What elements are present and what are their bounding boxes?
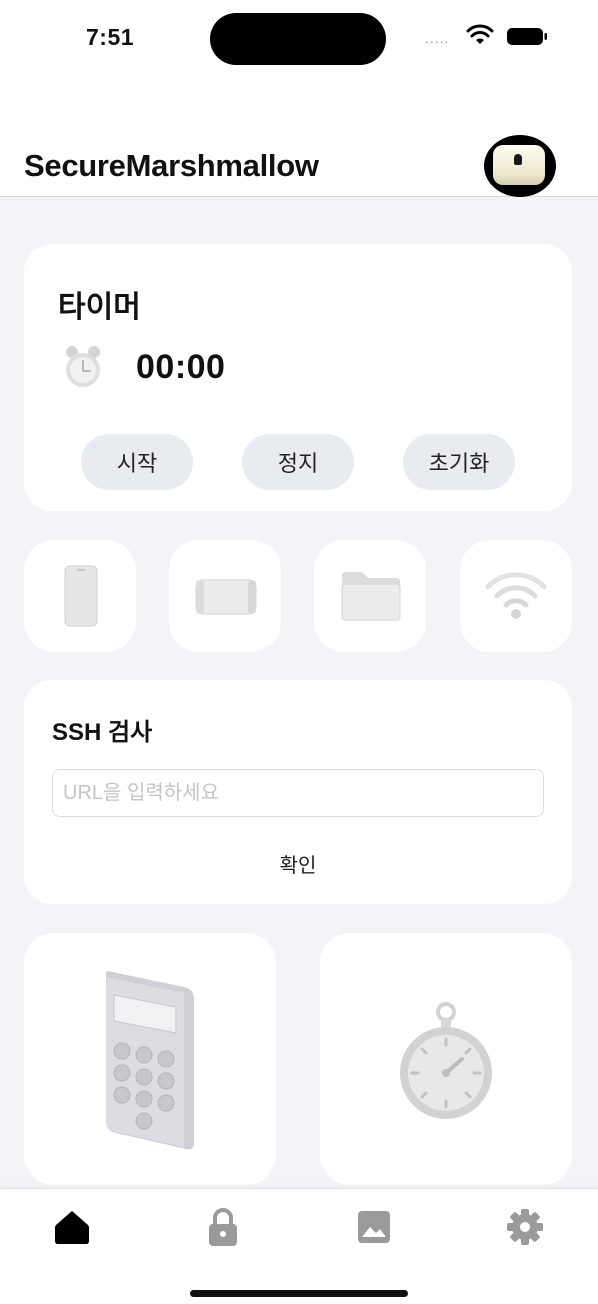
stopwatch-icon [400, 1002, 492, 1119]
cellular-signal-icon: ..... [425, 30, 450, 46]
lock-icon [209, 1208, 237, 1246]
battery-icon [507, 28, 547, 45]
marshmallow-icon [493, 145, 545, 185]
start-button[interactable]: 시작 [81, 434, 193, 490]
status-time: 7:51 [86, 24, 135, 50]
folder-tile[interactable] [314, 540, 426, 652]
profile-avatar[interactable] [484, 135, 556, 197]
timer-title: 타이머 [58, 291, 141, 324]
url-input[interactable] [52, 769, 544, 817]
tab-settings[interactable] [505, 1207, 545, 1247]
timer-display: 00:00 [136, 348, 226, 386]
alarm-clock-icon [66, 346, 100, 387]
keypad-device-card[interactable] [24, 933, 276, 1185]
phone-icon [64, 565, 98, 627]
timer-card: 타이머 00:00 시작 정지 초기화 [24, 244, 572, 511]
wifi-icon [485, 572, 547, 619]
confirm-button[interactable]: 확인 [248, 848, 348, 878]
tab-bar [0, 1188, 598, 1304]
folder-icon [341, 572, 401, 621]
home-indicator [190, 1290, 408, 1297]
settings-icon [507, 1209, 543, 1245]
tab-lock[interactable] [203, 1207, 243, 1247]
reset-button[interactable]: 초기화 [403, 434, 515, 490]
stopwatch-card[interactable] [320, 933, 572, 1185]
phone-tile[interactable] [24, 540, 136, 652]
gallery-icon [358, 1211, 390, 1243]
app-header: SecureMarshmallow [0, 80, 598, 197]
device-icon [195, 579, 257, 615]
ssh-check-card: SSH 검사 확인 [24, 680, 572, 904]
keyhole-icon [514, 154, 522, 165]
wifi-status-icon [466, 24, 494, 44]
wifi-tile[interactable] [460, 540, 572, 652]
dynamic-island [210, 13, 386, 65]
stop-button[interactable]: 정지 [242, 434, 354, 490]
tab-home[interactable] [52, 1207, 92, 1247]
ssh-title: SSH 검사 [52, 719, 153, 746]
keypad-device-icon [106, 970, 194, 1150]
home-icon [55, 1211, 89, 1244]
device-tile[interactable] [169, 540, 281, 652]
app-title: SecureMarshmallow [24, 148, 319, 183]
tab-gallery[interactable] [354, 1207, 394, 1247]
status-bar: 7:51 ..... [0, 0, 598, 80]
